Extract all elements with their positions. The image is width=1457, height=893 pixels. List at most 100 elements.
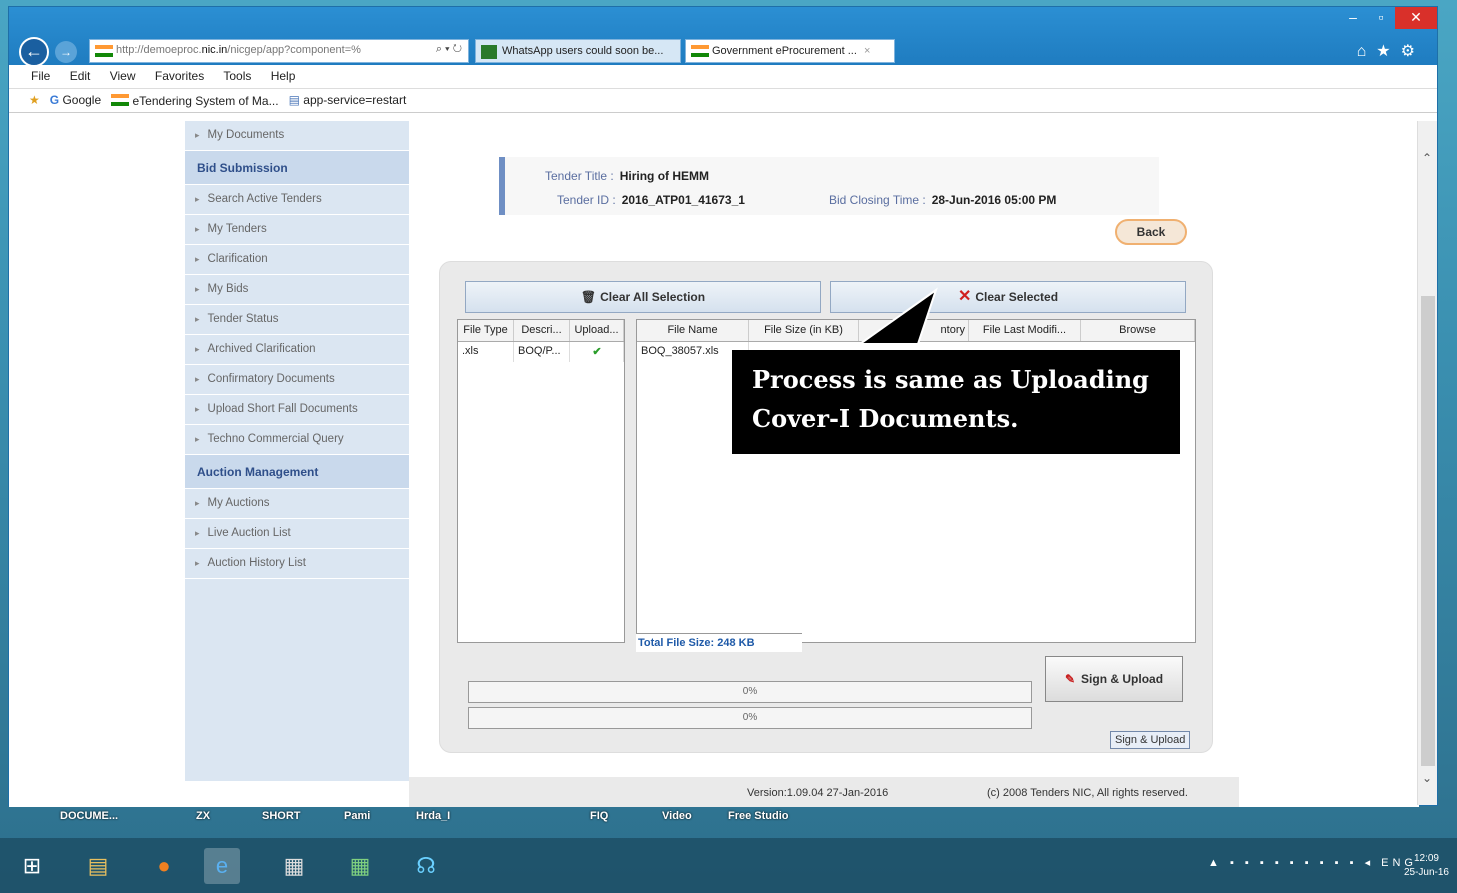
red-x-icon: ✕: [957, 288, 972, 305]
menu-edit[interactable]: Edit: [70, 69, 91, 83]
sidebar-item-upload-short-fall[interactable]: ▸ Upload Short Fall Documents: [185, 395, 409, 425]
tab-eprocurement[interactable]: Government eProcurement ... ×: [685, 39, 895, 63]
desktop-item[interactable]: ZX: [196, 810, 210, 822]
col-browse[interactable]: Browse: [1081, 320, 1195, 341]
sidebar-item-my-tenders[interactable]: ▸ My Tenders: [185, 215, 409, 245]
menu-favorites[interactable]: Favorites: [155, 69, 204, 83]
browser-window: – ▫ ✕ ← → http://demoeproc.nic.in/nicgep…: [8, 6, 1438, 807]
desktop-item[interactable]: FIQ: [590, 810, 608, 822]
sidebar-item-tender-status[interactable]: ▸ Tender Status: [185, 305, 409, 335]
col-file-size[interactable]: File Size (in KB): [749, 320, 859, 341]
back-button[interactable]: Back: [1115, 219, 1187, 245]
sidebar-item-auction-history-list[interactable]: ▸ Auction History List: [185, 549, 409, 579]
sidebar-item-archived-clarification[interactable]: ▸ Archived Clarification: [185, 335, 409, 365]
favorites-star-icon[interactable]: ★: [29, 93, 40, 112]
desktop-item[interactable]: Video: [662, 810, 692, 822]
progress-bar-1: 0%: [468, 681, 1032, 703]
site-flag-icon: [95, 45, 113, 57]
search-icon[interactable]: ⌕ ▾ ↻: [436, 43, 462, 56]
word-icon[interactable]: ▦: [276, 848, 312, 884]
title-bar: – ▫ ✕ ← → http://demoeproc.nic.in/nicgep…: [9, 7, 1437, 67]
taskbar: ⊞ ▤ ● e ▦ ▦ ☊ ▲ ▪ ▪ ▪ ▪ ▪ ▪ ▪ ▪ ▪ ◂ ENG …: [0, 838, 1457, 893]
clear-all-selection-button[interactable]: 🗑 Clear All Selection: [465, 281, 821, 313]
tender-title-value: Hiring of HEMM: [619, 169, 710, 183]
sidebar-item-my-auctions[interactable]: ▸ My Auctions: [185, 489, 409, 519]
headphones-icon[interactable]: ☊: [408, 848, 444, 884]
sign-upload-button[interactable]: ✎ Sign & Upload: [1045, 656, 1183, 702]
sidebar-menu: ▸ My Documents Bid Submission ▸ Search Act…: [185, 121, 409, 781]
tender-title-label: Tender Title :: [545, 169, 614, 183]
internet-explorer-icon[interactable]: e: [204, 848, 240, 884]
col-file-name[interactable]: File Name: [637, 320, 749, 341]
forward-arrow-icon[interactable]: →: [55, 41, 77, 63]
whatsapp-icon: [481, 45, 497, 59]
progress-bar-2: 0%: [468, 707, 1032, 729]
scroll-down-icon[interactable]: ⌄: [1422, 771, 1432, 785]
col-file-type[interactable]: File Type: [458, 320, 514, 341]
favorites-bar: ★ G Google eTendering System of Ma... ▤ …: [9, 89, 1437, 113]
close-button[interactable]: ✕: [1395, 7, 1437, 29]
check-icon: ✔: [570, 342, 624, 362]
col-mandatory[interactable]: ntory: [859, 320, 969, 341]
tender-id-label: Tender ID :: [557, 193, 616, 207]
desktop-item[interactable]: SHORT: [262, 810, 301, 822]
address-bar[interactable]: http://demoeproc.nic.in/nicgep/app?compo…: [89, 39, 469, 63]
fav-app-service[interactable]: ▤ app-service=restart: [289, 93, 407, 112]
tab-whatsapp[interactable]: WhatsApp users could soon be...: [475, 39, 681, 63]
page-footer: Version:1.09.04 27-Jan-2016 (c) 2008 Ten…: [409, 777, 1239, 807]
desktop-item[interactable]: Free Studio: [728, 810, 789, 822]
sidebar-item-my-documents[interactable]: ▸ My Documents: [185, 121, 409, 151]
taskbar-clock[interactable]: 12:09 25-Jun-16: [1404, 852, 1449, 880]
sidebar-item-search-active-tenders[interactable]: ▸ Search Active Tenders: [185, 185, 409, 215]
desktop-item[interactable]: Hrda_I: [416, 810, 450, 822]
scroll-up-icon[interactable]: ⌃: [1422, 151, 1432, 165]
tender-id-value: 2016_ATP01_41673_1: [621, 193, 745, 207]
file-type-table: File Type Descri... Upload... .xls BOQ/P…: [457, 319, 625, 643]
menu-file[interactable]: File: [31, 69, 50, 83]
tab-flag-icon: [691, 45, 709, 57]
section-auction-management: Auction Management: [185, 455, 409, 489]
fav-google[interactable]: G Google: [50, 93, 101, 112]
fav-etendering[interactable]: eTendering System of Ma...: [111, 93, 279, 112]
sidebar-item-confirmatory-documents[interactable]: ▸ Confirmatory Documents: [185, 365, 409, 395]
sidebar-item-live-auction-list[interactable]: ▸ Live Auction List: [185, 519, 409, 549]
col-description[interactable]: Descri...: [514, 320, 570, 341]
desktop-icon-strip: DOCUME... ZX SHORT Pami Hrda_I FIQ Video…: [0, 806, 1457, 828]
copyright-text: (c) 2008 Tenders NIC, All rights reserve…: [987, 787, 1188, 799]
sign-upload-tooltip: Sign & Upload: [1110, 731, 1191, 749]
menu-help[interactable]: Help: [271, 69, 296, 83]
browser-toolbar-icons[interactable]: ⌂★⚙: [1357, 41, 1425, 61]
desktop-item[interactable]: Pami: [344, 810, 370, 822]
sidebar-item-clarification[interactable]: ▸ Clarification: [185, 245, 409, 275]
total-file-size: Total File Size: 248 KB: [636, 633, 802, 652]
annotation-callout: Process is same as Uploading Cover-I Doc…: [732, 350, 1180, 454]
minimize-button[interactable]: –: [1339, 7, 1367, 29]
col-last-modified[interactable]: File Last Modifi...: [969, 320, 1081, 341]
excel-icon[interactable]: ▦: [342, 848, 378, 884]
section-bid-submission: Bid Submission: [185, 151, 409, 185]
window-controls: – ▫ ✕: [1339, 7, 1437, 29]
desktop-item[interactable]: DOCUME...: [60, 810, 118, 822]
version-text: Version:1.09.04 27-Jan-2016: [747, 787, 889, 799]
menu-view[interactable]: View: [110, 69, 136, 83]
bid-closing-value: 28-Jun-2016 05:00 PM: [931, 193, 1057, 207]
tab-close-icon[interactable]: ×: [864, 45, 870, 57]
vertical-scrollbar[interactable]: ⌃ ⌄: [1417, 121, 1437, 805]
sidebar-item-my-bids[interactable]: ▸ My Bids: [185, 275, 409, 305]
back-arrow-icon[interactable]: ←: [19, 37, 49, 67]
table-row[interactable]: .xls BOQ/P... ✔: [458, 342, 624, 362]
windows-start-icon[interactable]: ⊞: [14, 848, 50, 884]
menu-bar: File Edit View Favorites Tools Help: [9, 65, 1437, 89]
bid-closing-label: Bid Closing Time :: [829, 193, 926, 207]
scroll-thumb[interactable]: [1421, 296, 1435, 766]
system-tray[interactable]: ▲ ▪ ▪ ▪ ▪ ▪ ▪ ▪ ▪ ▪ ◂ ENG: [1208, 856, 1417, 869]
col-upload[interactable]: Upload...: [570, 320, 624, 341]
trash-icon: 🗑: [580, 290, 597, 304]
file-explorer-icon[interactable]: ▤: [80, 848, 116, 884]
clear-selected-button[interactable]: ✕ Clear Selected: [830, 281, 1186, 313]
maximize-button[interactable]: ▫: [1367, 7, 1395, 29]
sidebar-item-techno-commercial-query[interactable]: ▸ Techno Commercial Query: [185, 425, 409, 455]
signature-icon: ✎: [1064, 672, 1076, 686]
menu-tools[interactable]: Tools: [223, 69, 251, 83]
firefox-icon[interactable]: ●: [146, 848, 182, 884]
